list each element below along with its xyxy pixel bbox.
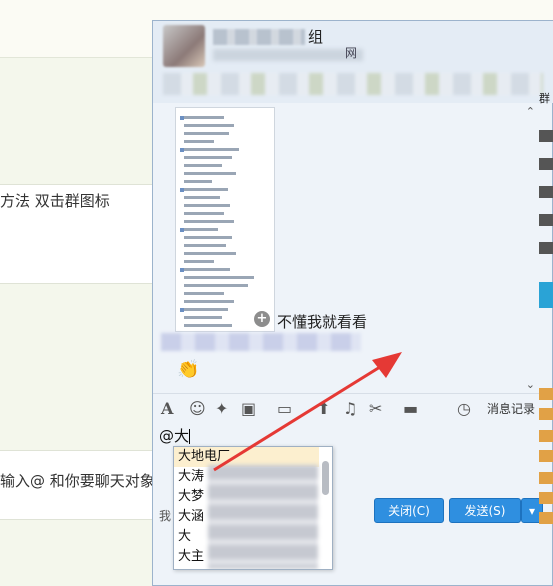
annotation-arrow <box>213 352 402 472</box>
arrow-head <box>372 352 402 378</box>
arrow-shaft <box>213 360 389 472</box>
